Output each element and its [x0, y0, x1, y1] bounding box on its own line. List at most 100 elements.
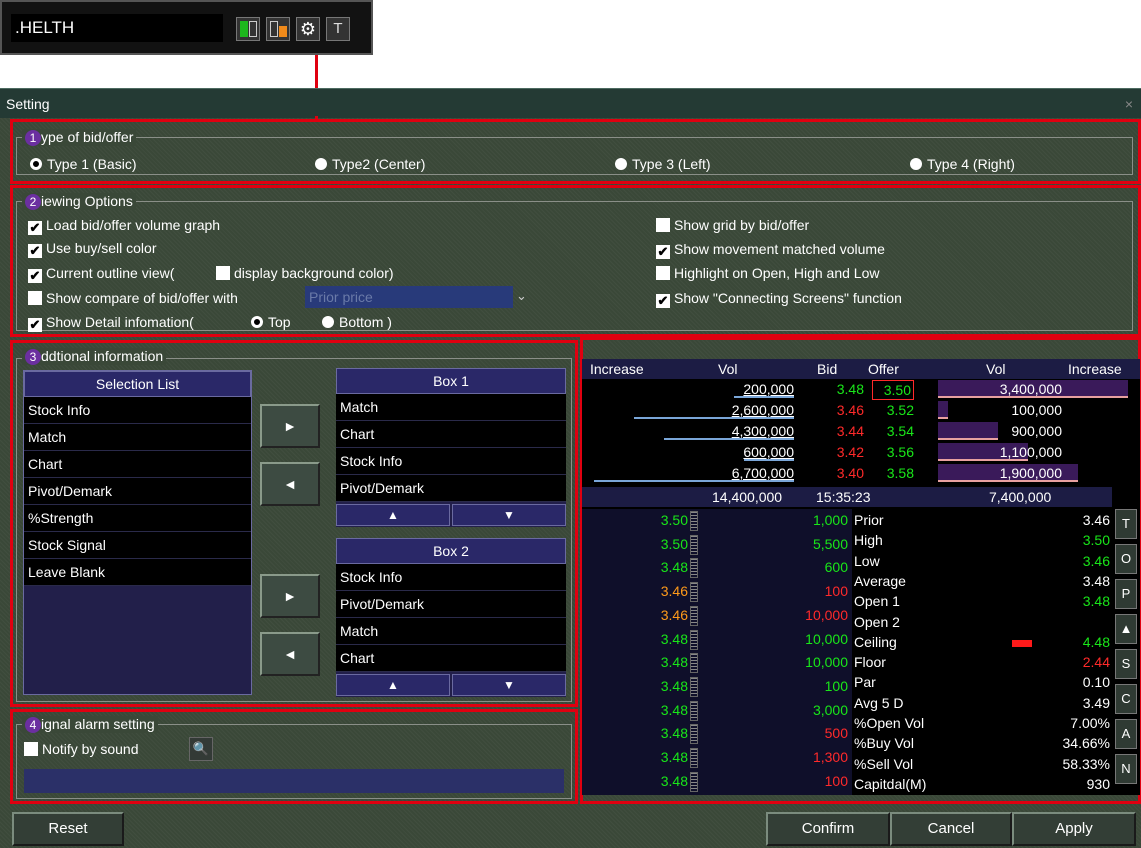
layout-orange-icon[interactable] [266, 17, 290, 41]
gear-icon[interactable]: ⚙ [296, 17, 320, 41]
box1-list[interactable]: Box 1 Match Chart Stock Info Pivot/Demar… [336, 368, 566, 527]
layout-green-icon[interactable] [236, 17, 260, 41]
reset-button[interactable]: Reset [12, 812, 124, 846]
box1-header: Box 1 [336, 368, 566, 394]
load-graph-checkbox[interactable]: ✔ Load bid/offer volume graph [28, 216, 220, 235]
side-tab-button[interactable]: S [1115, 649, 1137, 679]
header-increase-left: Increase [590, 361, 644, 377]
header-offer: Offer [868, 361, 899, 377]
checkbox-label: Load bid/offer volume graph [46, 217, 221, 233]
side-tab-button[interactable]: ▲ [1115, 614, 1137, 644]
confirm-button[interactable]: Confirm [766, 812, 890, 846]
detail-info-checkbox[interactable]: ✔ Show Detail infomation( [28, 313, 194, 332]
bid-price: 3.42 [836, 444, 864, 460]
list-item[interactable]: Match [24, 424, 251, 451]
tick-volume: 100 [824, 772, 848, 789]
list-item[interactable]: Pivot/Demark [336, 475, 566, 502]
tick-volume: 100 [824, 677, 848, 694]
top-radio[interactable]: Top [251, 313, 291, 331]
search-icon[interactable]: 🔍 [189, 737, 213, 761]
preview-header-bar [582, 359, 1140, 379]
type4-radio[interactable]: Type 4 (Right) [910, 155, 1015, 173]
checked-icon: ✔ [656, 244, 670, 259]
list-item[interactable]: Chart [336, 421, 566, 448]
selection-list[interactable]: Selection List Stock Info Match Chart Pi… [23, 370, 252, 695]
remove-from-box2-button[interactable]: ◄ [260, 632, 320, 676]
radio-label: Bottom ) [339, 314, 392, 330]
bid-price: 3.48 [836, 381, 864, 397]
unchecked-icon [24, 742, 38, 756]
checkbox-label: Show Detail infomation( [46, 314, 194, 330]
total-bid-volume: 14,400,000 [712, 489, 783, 505]
connecting-checkbox[interactable]: ✔ Show "Connecting Screens" function [656, 289, 902, 308]
display-bg-checkbox[interactable]: display background color) [216, 264, 394, 282]
type1-radio[interactable]: Type 1 (Basic) [30, 155, 136, 173]
add-to-box1-button[interactable]: ► [260, 404, 320, 448]
buy-sell-color-checkbox[interactable]: ✔ Use buy/sell color [28, 239, 157, 258]
side-tab-button[interactable]: T [1115, 509, 1137, 539]
cancel-button[interactable]: Cancel [890, 812, 1012, 846]
side-tab-button[interactable]: A [1115, 719, 1137, 749]
list-item[interactable]: Match [336, 618, 566, 645]
type-legend: 1 ype of bid/offer [22, 129, 137, 146]
side-tab-button[interactable]: P [1115, 579, 1137, 609]
list-item[interactable]: Chart [336, 645, 566, 672]
step-badge: 2 [25, 194, 41, 210]
checked-icon: ✔ [28, 317, 42, 332]
outline-view-checkbox[interactable]: ✔ Current outline view( [28, 264, 174, 283]
side-tab-button[interactable]: O [1115, 544, 1137, 574]
bottom-radio[interactable]: Bottom ) [322, 313, 392, 331]
sound-file-field[interactable] [24, 769, 564, 793]
checkbox-label: Show movement matched volume [674, 241, 885, 257]
window-titlebar: Setting × [0, 88, 1141, 118]
list-item[interactable]: Leave Blank [24, 559, 251, 586]
grid-checkbox[interactable]: Show grid by bid/offer [656, 216, 809, 234]
symbol-field[interactable]: .HELTH [11, 14, 223, 42]
checkbox-label: Show compare of bid/offer with [46, 290, 238, 306]
box2-down-button[interactable]: ▼ [452, 674, 566, 696]
text-mode-icon[interactable]: T [326, 17, 350, 41]
compare-select[interactable]: Prior price [305, 286, 513, 308]
remove-from-box1-button[interactable]: ◄ [260, 462, 320, 506]
list-item[interactable]: Pivot/Demark [336, 591, 566, 618]
add-to-box2-button[interactable]: ► [260, 574, 320, 618]
box2-list[interactable]: Box 2 Stock Info Pivot/Demark Match Char… [336, 538, 566, 697]
side-tab-button[interactable]: N [1115, 754, 1137, 784]
radio-label: Type2 (Center) [332, 156, 426, 172]
radio-icon [910, 158, 922, 170]
list-item[interactable]: Stock Info [24, 397, 251, 424]
offer-price: 3.56 [886, 444, 914, 460]
type3-radio[interactable]: Type 3 (Left) [615, 155, 711, 173]
stat-value: 3.49 [1082, 694, 1110, 711]
chevron-down-icon[interactable]: ⌄ [516, 288, 527, 304]
list-item[interactable]: Stock Info [336, 564, 566, 591]
stat-label: Prior [854, 512, 884, 528]
bid-price: 3.44 [836, 423, 864, 439]
stat-label: Avg 5 D [854, 694, 904, 711]
movement-checkbox[interactable]: ✔ Show movement matched volume [656, 240, 885, 259]
box1-up-button[interactable]: ▲ [336, 504, 450, 526]
checkbox-label: Highlight on Open, High and Low [674, 265, 880, 281]
type2-radio[interactable]: Type2 (Center) [315, 155, 425, 173]
list-item[interactable]: Match [336, 394, 566, 421]
checkbox-label: Show "Connecting Screens" function [674, 290, 902, 306]
list-item[interactable]: Pivot/Demark [24, 478, 251, 505]
apply-button[interactable]: Apply [1012, 812, 1136, 846]
highlight-checkbox[interactable]: Highlight on Open, High and Low [656, 264, 879, 282]
box2-up-button[interactable]: ▲ [336, 674, 450, 696]
offer-volume: 1,900,000 [999, 465, 1062, 481]
list-item[interactable]: Chart [24, 451, 251, 478]
tick-price: 3.48 [660, 559, 688, 576]
list-item[interactable]: %Strength [24, 505, 251, 532]
tick-volume: 500 [824, 725, 848, 742]
box1-down-button[interactable]: ▼ [452, 504, 566, 526]
legend-text: ddtional information [41, 348, 164, 364]
side-tab-button[interactable]: C [1115, 684, 1137, 714]
radio-icon [615, 158, 627, 170]
offer-price: 3.54 [886, 423, 914, 439]
compare-checkbox[interactable]: Show compare of bid/offer with [28, 289, 238, 307]
close-icon[interactable]: × [1125, 89, 1133, 119]
notify-sound-checkbox[interactable]: Notify by sound [24, 740, 139, 758]
list-item[interactable]: Stock Info [336, 448, 566, 475]
list-item[interactable]: Stock Signal [24, 532, 251, 559]
